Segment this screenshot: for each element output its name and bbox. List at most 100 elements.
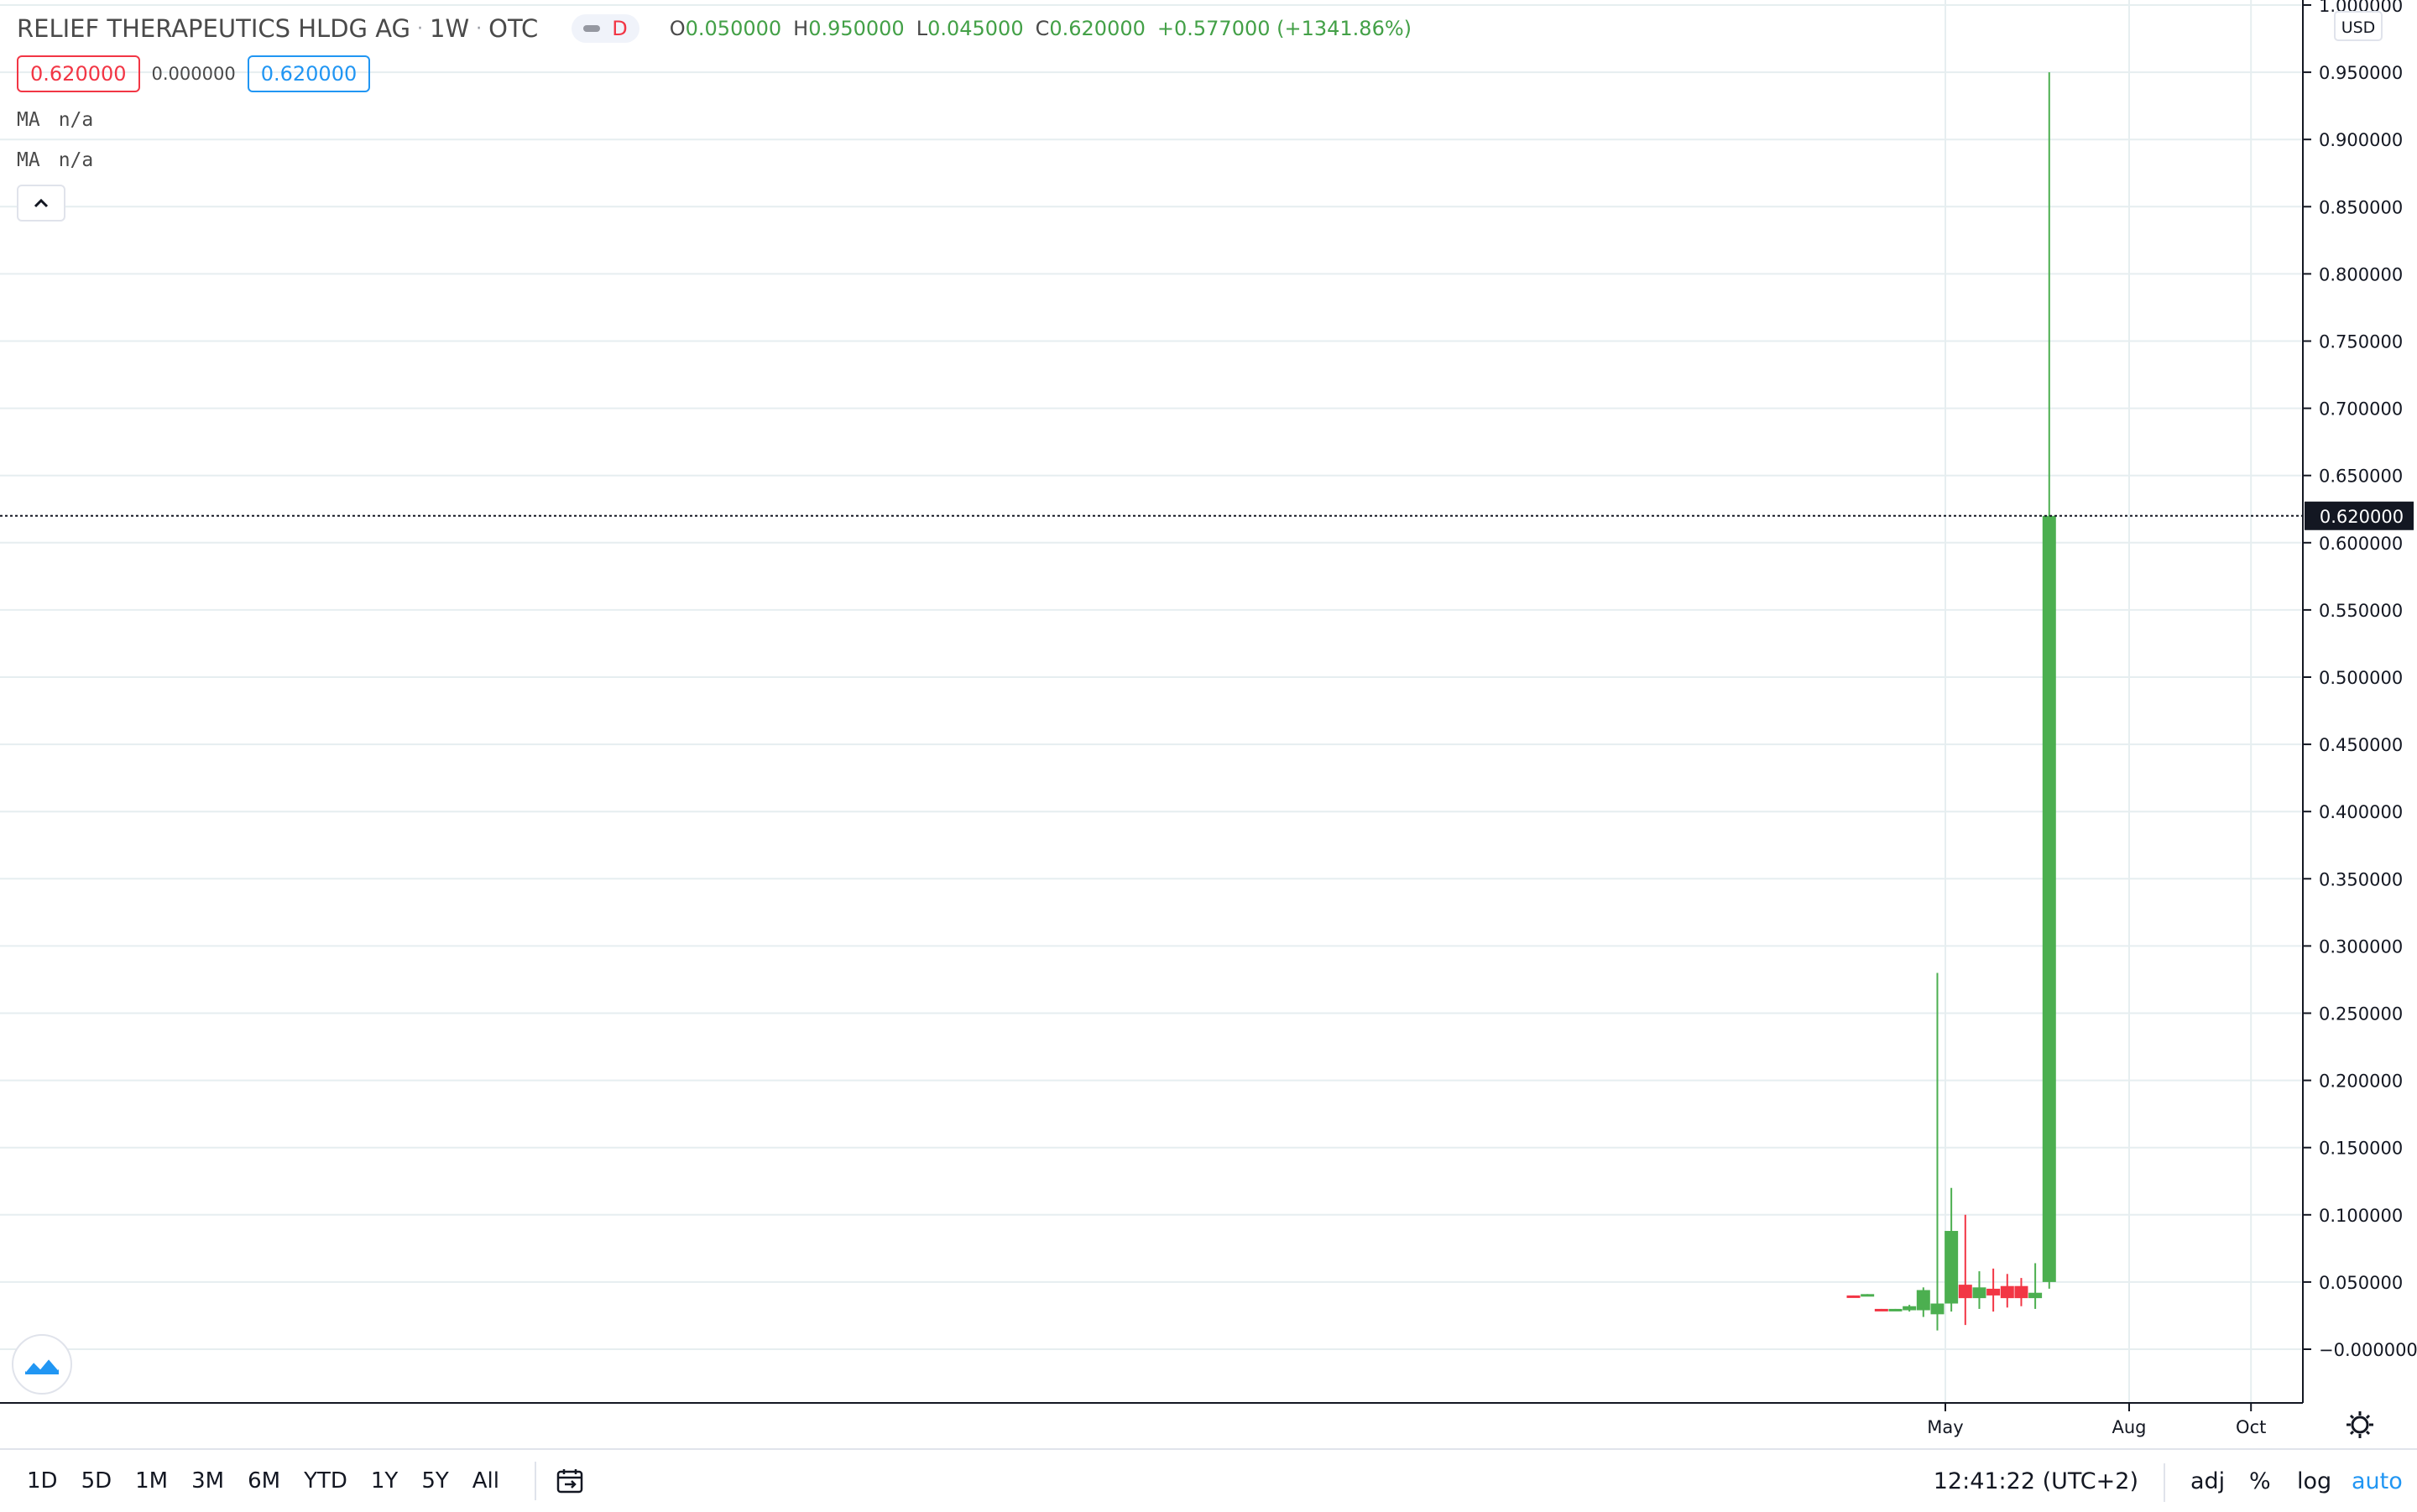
- price-tick-label: 0.200000: [2319, 1071, 2403, 1092]
- range-1d-button[interactable]: 1D: [15, 1450, 70, 1512]
- candle-body: [1930, 1303, 1945, 1315]
- candle-body: [1958, 1285, 1972, 1299]
- bid-box[interactable]: 0.620000: [17, 55, 140, 92]
- ask-box[interactable]: 0.620000: [247, 55, 371, 92]
- price-tick-label: −0.000000: [2319, 1340, 2417, 1360]
- time-tick-label: May: [1927, 1417, 1963, 1437]
- candle-body: [1888, 1308, 1903, 1311]
- high-key: H: [793, 17, 809, 40]
- candle[interactable]: [1903, 1305, 1917, 1312]
- close-value: 0.620000: [1049, 17, 1146, 40]
- candle-body: [2042, 515, 2056, 1282]
- candle-body: [1916, 1290, 1930, 1311]
- candle[interactable]: [1888, 1308, 1903, 1311]
- price-tick-label: 0.700000: [2319, 399, 2403, 420]
- toolbar-divider: [2164, 1463, 2165, 1502]
- delayed-badge: D: [612, 17, 628, 40]
- price-tick-label: 0.800000: [2319, 264, 2403, 284]
- range-all-button[interactable]: All: [461, 1450, 511, 1512]
- spread-value: 0.000000: [151, 64, 236, 84]
- indicator-ma-2[interactable]: MA n/a: [17, 149, 93, 171]
- candle-body: [2014, 1285, 2028, 1299]
- range-5d-button[interactable]: 5D: [70, 1450, 124, 1512]
- timezone-clock[interactable]: 12:41:22 (UTC+2): [1934, 1468, 2138, 1494]
- price-tick-label: 0.500000: [2319, 668, 2403, 688]
- separator-dot: ·: [417, 18, 424, 39]
- range-1m-button[interactable]: 1M: [123, 1450, 180, 1512]
- candle[interactable]: [1861, 1294, 1875, 1297]
- candle[interactable]: [1958, 1214, 1972, 1326]
- chevron-up-icon: [34, 198, 49, 208]
- candle-body: [2000, 1285, 2014, 1299]
- candle[interactable]: [2028, 1263, 2043, 1309]
- log-toggle[interactable]: log: [2297, 1468, 2331, 1494]
- goto-date-calendar-icon[interactable]: [545, 1468, 597, 1494]
- indicator-value: n/a: [58, 149, 94, 171]
- price-tick-label: 0.050000: [2319, 1273, 2403, 1293]
- auto-toggle[interactable]: auto: [2352, 1468, 2403, 1494]
- toolbar-divider: [534, 1462, 536, 1500]
- price-axis[interactable]: 1.0000000.9500000.9000000.8500000.800000…: [2303, 0, 2417, 1360]
- time-tick-label: Oct: [2236, 1417, 2266, 1437]
- exchange-label: OTC: [488, 14, 539, 43]
- time-axis[interactable]: May Aug Oct: [1927, 1403, 2266, 1437]
- symbol-line: RELIEF THERAPEUTICS HLDG AG · 1W · OTC D…: [17, 10, 1412, 47]
- price-tick-label: 0.550000: [2319, 601, 2403, 621]
- interval-label[interactable]: 1W: [430, 14, 469, 43]
- close-key: C: [1035, 17, 1050, 40]
- candle-body: [1972, 1287, 1986, 1299]
- indicator-name: MA: [17, 109, 40, 131]
- range-6m-button[interactable]: 6M: [236, 1450, 292, 1512]
- tradingview-logo-button[interactable]: [12, 1334, 72, 1395]
- price-tick-label: 0.600000: [2319, 534, 2403, 554]
- candle-body: [1861, 1294, 1875, 1297]
- high-value: 0.950000: [808, 17, 905, 40]
- ohlc-values: O0.050000 H0.950000 L0.045000 C0.620000 …: [670, 17, 1412, 40]
- currency-badge[interactable]: USD: [2334, 11, 2383, 41]
- candle[interactable]: [1986, 1268, 2001, 1312]
- market-status-icon: [583, 25, 601, 32]
- candle-body: [1903, 1306, 1917, 1311]
- candle[interactable]: [2000, 1274, 2014, 1308]
- settings-gear-icon[interactable]: [2347, 1411, 2373, 1438]
- candle[interactable]: [1874, 1308, 1888, 1311]
- candle-body: [1986, 1288, 2001, 1296]
- open-key: O: [669, 17, 686, 40]
- indicator-ma-1[interactable]: MA n/a: [17, 109, 93, 131]
- candle[interactable]: [1945, 1187, 1959, 1312]
- candle[interactable]: [2042, 72, 2056, 1289]
- price-tick-label: 0.900000: [2319, 130, 2403, 150]
- range-5y-button[interactable]: 5Y: [410, 1450, 460, 1512]
- range-1y-button[interactable]: 1Y: [359, 1450, 410, 1512]
- percent-toggle[interactable]: %: [2249, 1468, 2271, 1494]
- price-tick-label: 0.250000: [2319, 1004, 2403, 1025]
- price-tick-label: 0.400000: [2319, 802, 2403, 822]
- candle[interactable]: [1930, 972, 1945, 1331]
- chart-area[interactable]: 1.0000000.9500000.9000000.8500000.800000…: [0, 0, 2417, 1510]
- candle-body: [1846, 1295, 1861, 1298]
- candle-body: [2028, 1292, 2043, 1299]
- svg-text:0.620000: 0.620000: [2320, 507, 2404, 527]
- time-tick-label: Aug: [2112, 1417, 2146, 1437]
- svg-text:USD: USD: [2341, 18, 2376, 37]
- change-value: +0.577000 (+1341.86%): [1156, 17, 1412, 40]
- candle[interactable]: [1972, 1271, 1986, 1309]
- status-pill[interactable]: D: [572, 14, 639, 43]
- collapse-indicators-button[interactable]: [17, 185, 65, 222]
- symbol-name[interactable]: RELIEF THERAPEUTICS HLDG AG: [17, 14, 410, 43]
- candle[interactable]: [1846, 1295, 1861, 1298]
- candles[interactable]: [1846, 72, 2056, 1331]
- candle[interactable]: [1916, 1287, 1930, 1317]
- indicator-name: MA: [17, 149, 40, 171]
- grid: [0, 0, 2303, 1403]
- low-value: 0.045000: [927, 17, 1024, 40]
- adj-toggle[interactable]: adj: [2190, 1468, 2225, 1494]
- range-ytd-button[interactable]: YTD: [292, 1450, 359, 1512]
- price-tick-label: 0.300000: [2319, 936, 2403, 957]
- price-tick-label: 0.750000: [2319, 332, 2403, 352]
- separator-dot: ·: [476, 18, 483, 39]
- price-tick-label: 0.650000: [2319, 467, 2403, 487]
- logo-icon: [23, 1355, 60, 1374]
- candle-body: [1874, 1308, 1888, 1311]
- range-3m-button[interactable]: 3M: [180, 1450, 236, 1512]
